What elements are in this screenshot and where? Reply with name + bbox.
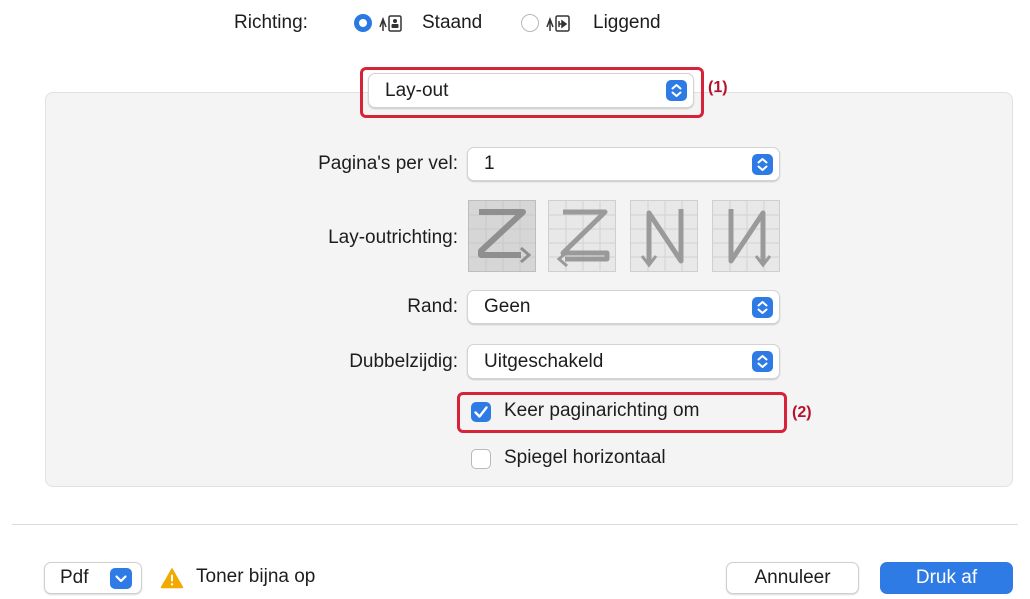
warning-text: Toner bijna op bbox=[196, 566, 316, 587]
reverse-orientation-label[interactable]: Keer paginarichting om bbox=[504, 400, 699, 422]
popup-arrows-icon bbox=[752, 351, 773, 372]
pages-per-sheet-value: 1 bbox=[484, 153, 495, 174]
duplex-popup[interactable]: Uitgeschakeld bbox=[467, 344, 780, 379]
pdf-menu-button[interactable]: Pdf bbox=[44, 562, 142, 594]
portrait-label[interactable]: Staand bbox=[422, 6, 482, 40]
popup-arrows-icon bbox=[752, 297, 773, 318]
landscape-orientation-icon bbox=[546, 15, 570, 32]
popup-arrows-icon bbox=[666, 80, 687, 101]
callout-2: (2) bbox=[792, 404, 812, 421]
layout-direction-option-reverse-z[interactable] bbox=[548, 200, 616, 272]
border-popup[interactable]: Geen bbox=[467, 290, 780, 324]
footer-divider bbox=[12, 524, 1018, 525]
portrait-radio[interactable] bbox=[354, 14, 372, 32]
layout-direction-option-n[interactable] bbox=[712, 200, 780, 272]
section-popup-value: Lay-out bbox=[385, 80, 449, 101]
duplex-value: Uitgeschakeld bbox=[484, 351, 604, 372]
cancel-button[interactable]: Annuleer bbox=[726, 562, 859, 594]
popup-arrows-icon bbox=[752, 154, 773, 175]
portrait-orientation-icon bbox=[379, 15, 402, 32]
border-value: Geen bbox=[484, 296, 531, 317]
layout-direction-label: Lay-outrichting: bbox=[328, 227, 458, 248]
print-button[interactable]: Druk af bbox=[880, 562, 1013, 594]
landscape-label[interactable]: Liggend bbox=[593, 6, 661, 40]
layout-n-icon bbox=[713, 201, 779, 271]
layout-direction-option-z[interactable] bbox=[468, 200, 536, 272]
reverse-orientation-checkbox[interactable] bbox=[471, 402, 491, 422]
layout-reverse-n-icon bbox=[631, 201, 697, 271]
flip-horizontal-checkbox[interactable] bbox=[471, 449, 491, 469]
flip-horizontal-label[interactable]: Spiegel horizontaal bbox=[504, 447, 666, 469]
layout-z-icon bbox=[469, 201, 535, 271]
orientation-row: Richting: Staand Liggend bbox=[0, 6, 1030, 40]
border-label: Rand: bbox=[407, 296, 458, 317]
warning-icon bbox=[160, 568, 184, 589]
landscape-radio[interactable] bbox=[521, 14, 539, 32]
checkmark-icon bbox=[474, 406, 488, 418]
pages-per-sheet-label: Pagina's per vel: bbox=[318, 153, 458, 174]
layout-reverse-z-icon bbox=[549, 201, 615, 271]
layout-direction-option-reverse-n[interactable] bbox=[630, 200, 698, 272]
pages-per-sheet-popup[interactable]: 1 bbox=[467, 147, 780, 181]
callout-1: (1) bbox=[708, 79, 728, 96]
chevron-down-icon bbox=[110, 568, 132, 589]
orientation-label: Richting: bbox=[234, 12, 308, 33]
duplex-label: Dubbelzijdig: bbox=[349, 351, 458, 372]
pdf-label: Pdf bbox=[60, 567, 89, 588]
section-popup[interactable]: Lay-out bbox=[368, 73, 694, 108]
